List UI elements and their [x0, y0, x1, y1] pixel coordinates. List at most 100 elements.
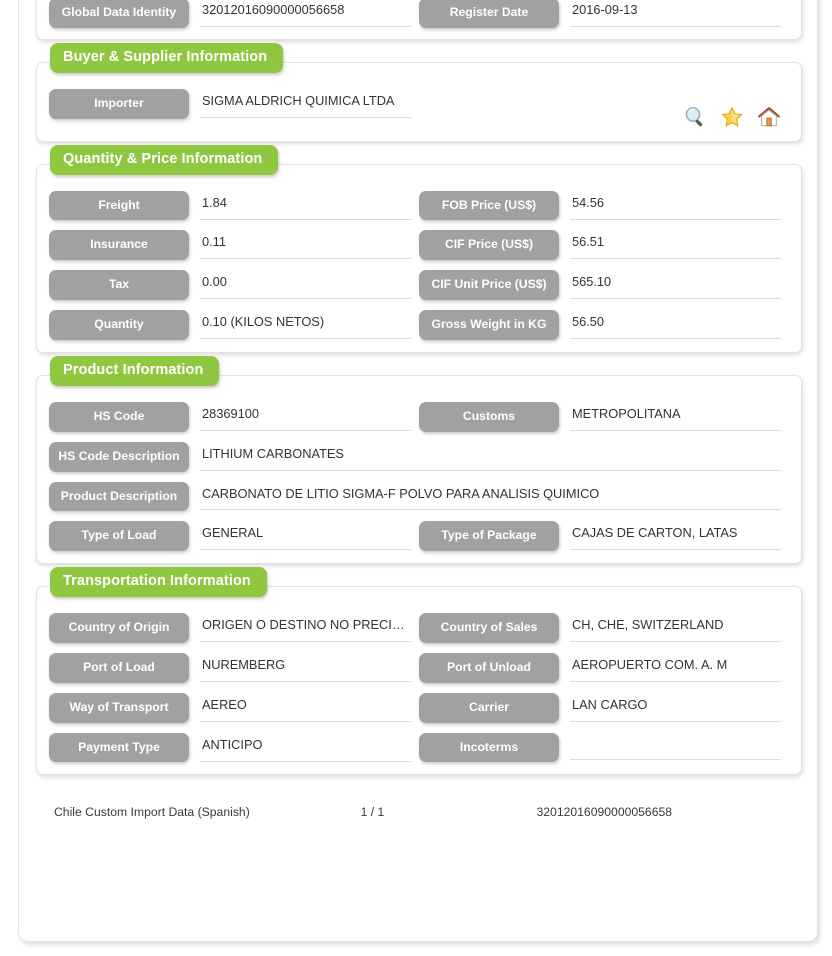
register-date-value: 2016-09-13: [570, 0, 781, 27]
payment-type-label: Payment Type: [49, 732, 189, 763]
home-icon[interactable]: [757, 105, 781, 129]
insurance-value: 0.11: [200, 230, 411, 260]
document-page-sheet: Global Data Identity 3201201609000005665…: [18, 0, 818, 942]
star-icon[interactable]: [720, 105, 744, 129]
cif-unit-price-field: CIF Unit Price (US$) 565.10: [419, 270, 789, 301]
footer-source-label: Chile Custom Import Data (Spanish): [54, 805, 250, 820]
quantity-price-row: Freight 1.84 FOB Price (US$) 54.56: [49, 190, 789, 221]
gross-weight-value: 56.50: [570, 310, 781, 340]
customs-field: Customs METROPOLITANA: [419, 401, 789, 432]
quantity-value: 0.10 (KILOS NETOS): [200, 310, 411, 340]
product-description-value: CARBONATO DE LITIO SIGMA-F POLVO PARA AN…: [200, 482, 781, 511]
product-row: Product Description CARBONATO DE LITIO S…: [49, 481, 789, 512]
hs-code-description-field: HS Code Description LITHIUM CARBONATES: [49, 441, 789, 472]
tax-field: Tax 0.00: [49, 270, 419, 301]
fob-price-field: FOB Price (US$) 54.56: [419, 190, 789, 221]
payment-type-field: Payment Type ANTICIPO: [49, 732, 419, 763]
global-data-identity-label: Global Data Identity: [49, 0, 189, 28]
port-of-unload-label: Port of Unload: [419, 652, 559, 683]
global-data-identity-value: 32012016090000056658: [200, 0, 411, 27]
cif-price-field: CIF Price (US$) 56.51: [419, 230, 789, 261]
quantity-price-row: Quantity 0.10 (KILOS NETOS) Gross Weight…: [49, 310, 789, 340]
type-of-load-field: Type of Load GENERAL: [49, 521, 419, 552]
insurance-field: Insurance 0.11: [49, 230, 419, 261]
tax-value: 0.00: [200, 270, 411, 300]
quantity-label: Quantity: [49, 310, 189, 340]
product-information-title: Product Information: [50, 355, 220, 387]
cif-price-value: 56.51: [570, 230, 781, 260]
footer-document-id: 32012016090000056658: [536, 805, 673, 820]
cif-price-label: CIF Price (US$): [419, 230, 559, 261]
hs-code-value: 28369100: [200, 402, 411, 431]
port-of-load-field: Port of Load NUREMBERG: [49, 652, 419, 683]
way-of-transport-value: AEREO: [200, 693, 411, 722]
header-row: Global Data Identity 3201201609000005665…: [49, 0, 789, 28]
product-description-label: Product Description: [49, 481, 189, 512]
payment-type-value: ANTICIPO: [200, 733, 411, 762]
transportation-row: Way of Transport AEREO Carrier LAN CARGO: [49, 692, 789, 723]
insurance-label: Insurance: [49, 230, 189, 261]
port-of-load-value: NUREMBERG: [200, 653, 411, 682]
type-of-package-value: CAJAS DE CARTON, LATAS: [570, 521, 781, 551]
buyer-supplier-title: Buyer & Supplier Information: [50, 42, 284, 74]
transportation-information-card: Transportation Information Country of Or…: [36, 567, 802, 776]
country-of-sales-field: Country of Sales CH, CHE, SWITZERLAND: [419, 613, 789, 643]
footer-page-indicator: 1 / 1: [360, 805, 385, 820]
hs-code-field: HS Code 28369100: [49, 401, 419, 432]
product-row: HS Code Description LITHIUM CARBONATES: [49, 441, 789, 472]
fob-price-value: 54.56: [570, 191, 781, 220]
quantity-price-card: Quantity & Price Information Freight 1.8…: [36, 144, 802, 353]
incoterms-field: Incoterms: [419, 732, 789, 763]
product-row: HS Code 28369100 Customs METROPOLITANA: [49, 401, 789, 432]
type-of-package-label: Type of Package: [419, 521, 559, 552]
register-date-field: Register Date 2016-09-13: [419, 0, 789, 28]
quantity-price-title: Quantity & Price Information: [50, 144, 279, 175]
gross-weight-field: Gross Weight in KG 56.50: [419, 310, 789, 340]
quantity-field: Quantity 0.10 (KILOS NETOS): [49, 310, 419, 340]
importer-value: SIGMA ALDRICH QUIMICA LTDA: [200, 89, 411, 118]
buyer-supplier-card: Buyer & Supplier Information Importer SI…: [36, 42, 802, 142]
hs-code-description-label: HS Code Description: [49, 441, 189, 472]
freight-label: Freight: [49, 190, 189, 221]
type-of-load-value: GENERAL: [200, 521, 411, 551]
customs-label: Customs: [419, 401, 559, 432]
port-of-load-label: Port of Load: [49, 652, 189, 683]
product-description-field: Product Description CARBONATO DE LITIO S…: [49, 481, 789, 512]
global-data-identity-field: Global Data Identity 3201201609000005665…: [49, 0, 419, 28]
port-of-unload-value: AEROPUERTO COM. A. M: [570, 653, 781, 682]
product-row: Type of Load GENERAL Type of Package CAJ…: [49, 521, 789, 552]
quantity-price-row: Insurance 0.11 CIF Price (US$) 56.51: [49, 230, 789, 261]
country-of-sales-label: Country of Sales: [419, 613, 559, 643]
carrier-field: Carrier LAN CARGO: [419, 692, 789, 723]
transportation-information-title: Transportation Information: [50, 567, 267, 598]
product-information-card: Product Information HS Code 28369100 Cus…: [36, 355, 802, 565]
importer-label: Importer: [49, 88, 189, 119]
freight-value: 1.84: [200, 191, 411, 220]
country-of-sales-value: CH, CHE, SWITZERLAND: [570, 613, 781, 643]
transportation-row: Payment Type ANTICIPO Incoterms: [49, 732, 789, 763]
cif-unit-price-value: 565.10: [570, 270, 781, 300]
port-of-unload-field: Port of Unload AEROPUERTO COM. A. M: [419, 652, 789, 683]
type-of-package-field: Type of Package CAJAS DE CARTON, LATAS: [419, 521, 789, 552]
gross-weight-label: Gross Weight in KG: [419, 310, 559, 340]
incoterms-value: [570, 733, 781, 760]
country-of-origin-value: ORIGEN O DESTINO NO PRECISADO: [200, 613, 411, 643]
cif-unit-price-label: CIF Unit Price (US$): [419, 270, 559, 301]
register-date-label: Register Date: [419, 0, 559, 28]
customs-value: METROPOLITANA: [570, 402, 781, 431]
type-of-load-label: Type of Load: [49, 521, 189, 552]
transportation-row: Country of Origin ORIGEN O DESTINO NO PR…: [49, 613, 789, 643]
country-of-origin-field: Country of Origin ORIGEN O DESTINO NO PR…: [49, 613, 419, 643]
action-icon-cluster: [683, 105, 781, 129]
search-icon[interactable]: [683, 105, 707, 129]
quantity-price-row: Tax 0.00 CIF Unit Price (US$) 565.10: [49, 270, 789, 301]
fob-price-label: FOB Price (US$): [419, 190, 559, 221]
incoterms-label: Incoterms: [419, 732, 559, 763]
way-of-transport-label: Way of Transport: [49, 692, 189, 723]
header-identity-card: Global Data Identity 3201201609000005665…: [36, 0, 802, 40]
importer-field: Importer SIGMA ALDRICH QUIMICA LTDA: [49, 88, 419, 119]
carrier-value: LAN CARGO: [570, 693, 781, 722]
hs-code-description-value: LITHIUM CARBONATES: [200, 442, 781, 471]
country-of-origin-label: Country of Origin: [49, 613, 189, 643]
importer-row: Importer SIGMA ALDRICH QUIMICA LTDA: [49, 88, 789, 119]
